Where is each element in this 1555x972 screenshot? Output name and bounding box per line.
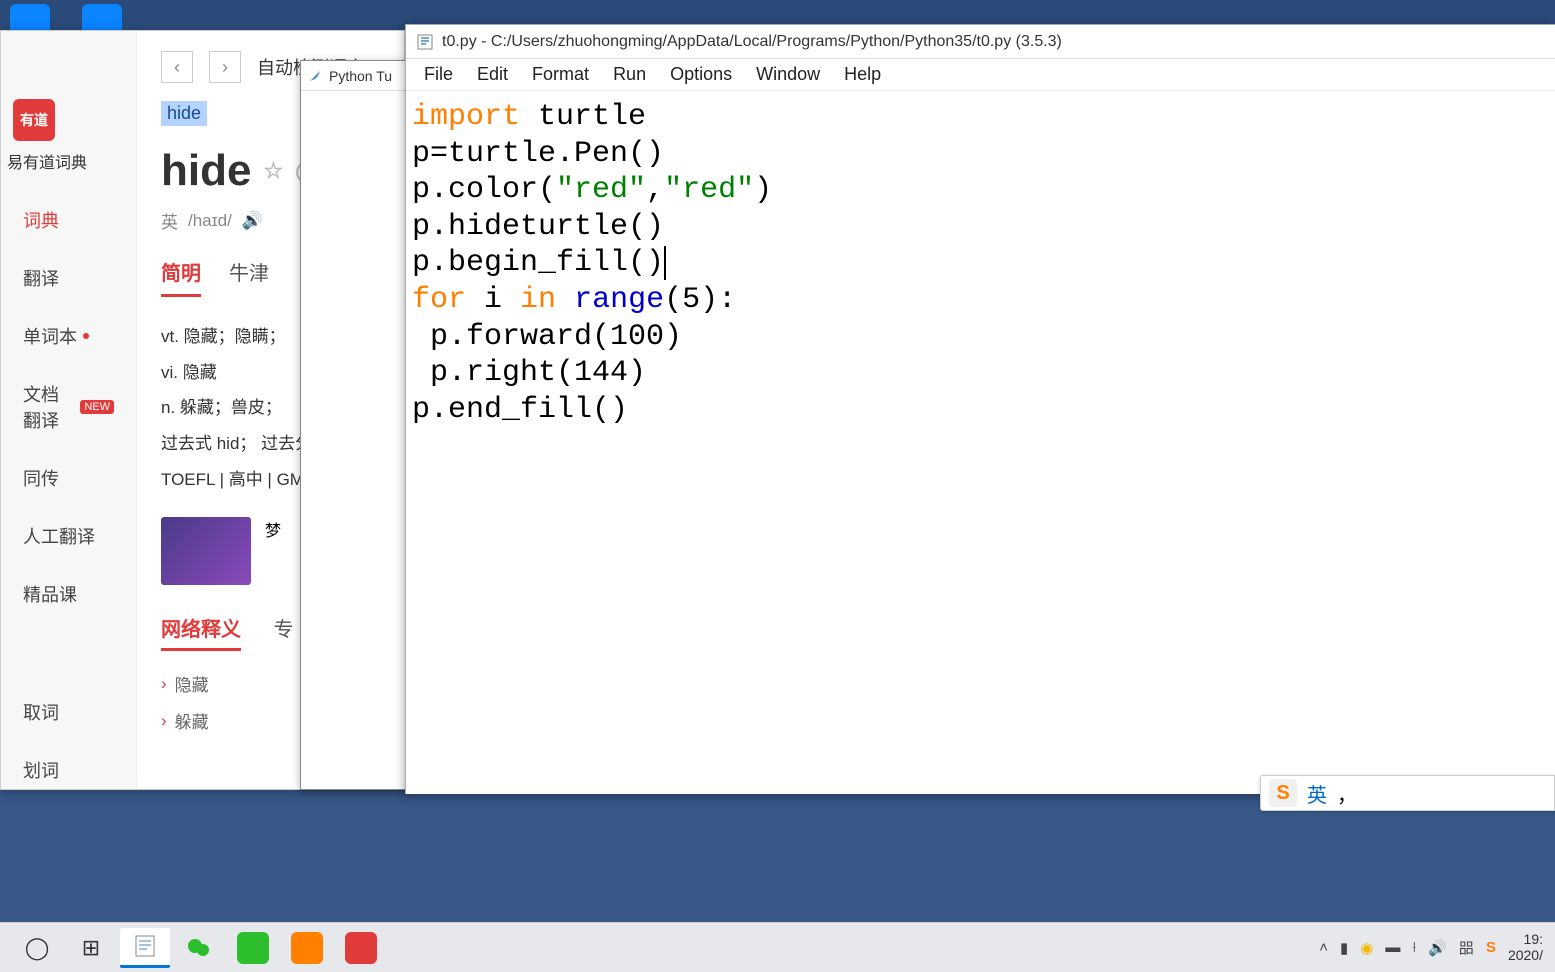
sidebar-item-human[interactable]: 人工翻译 bbox=[1, 507, 136, 565]
tray-expand-icon[interactable]: ˄ bbox=[1319, 939, 1328, 956]
turtle-titlebar[interactable]: Python Tu bbox=[301, 61, 409, 91]
code-keyword: import bbox=[412, 100, 520, 134]
speaker-icon[interactable]: 🔊 bbox=[242, 211, 263, 231]
favorite-star-icon[interactable]: ☆ bbox=[263, 158, 283, 184]
volume-icon[interactable]: 🔊 bbox=[1428, 939, 1447, 957]
dict-sidebar: 词典 翻译 单词本 文档翻译NEW 同传 人工翻译 精品课 取词 划词 bbox=[1, 31, 137, 789]
code-text: i bbox=[466, 283, 520, 317]
ime-lang-indicator[interactable]: 英 bbox=[1307, 779, 1327, 808]
sidebar-item-courses[interactable]: 精品课 bbox=[1, 565, 136, 623]
youdao-icon bbox=[345, 932, 377, 964]
turtle-window: Python Tu bbox=[300, 60, 410, 790]
code-text: , bbox=[646, 173, 664, 207]
taskbar-app-idle[interactable] bbox=[120, 928, 170, 968]
app-icon bbox=[291, 932, 323, 964]
code-text: p.end_fill() bbox=[412, 393, 628, 427]
chevron-right-icon: › bbox=[161, 674, 167, 694]
python-file-icon bbox=[416, 33, 434, 51]
taskbar-app-green[interactable] bbox=[228, 928, 278, 968]
sidebar-item-dictionary[interactable]: 词典 bbox=[1, 191, 136, 249]
headword-text: hide bbox=[161, 146, 251, 196]
text-cursor bbox=[664, 246, 666, 280]
code-text: ) bbox=[754, 173, 772, 207]
taskbar-app-youdao[interactable] bbox=[336, 928, 386, 968]
code-text: p.right(144) bbox=[412, 356, 646, 390]
nav-forward-button[interactable]: › bbox=[209, 51, 241, 83]
code-text: p.begin_fill() bbox=[412, 246, 664, 280]
menu-file[interactable]: File bbox=[414, 60, 463, 89]
chevron-right-icon: › bbox=[161, 711, 167, 731]
code-text: p.color( bbox=[412, 173, 556, 207]
idle-titlebar[interactable]: t0.py - C:/Users/zhuohongming/AppData/Lo… bbox=[406, 25, 1555, 59]
taskbar-app-orange[interactable] bbox=[282, 928, 332, 968]
app-icon bbox=[237, 932, 269, 964]
brand-label: 易有道词典 bbox=[7, 149, 87, 173]
system-tray: ˄ ▮ ◉ ▬ ⟊ 🔊 㗊 S 19: 2020/ bbox=[1319, 932, 1543, 963]
sidebar-item-doc-translate[interactable]: 文档翻译NEW bbox=[1, 365, 136, 449]
code-text: p.forward(100) bbox=[412, 320, 682, 354]
search-term-highlight[interactable]: hide bbox=[161, 101, 207, 126]
wechat-icon bbox=[185, 934, 213, 962]
start-button[interactable]: ◯ bbox=[12, 928, 62, 968]
sogou-icon[interactable]: S bbox=[1269, 779, 1297, 807]
python-icon bbox=[307, 68, 323, 84]
code-text: (5): bbox=[664, 283, 736, 317]
sidebar-item-pick[interactable]: 取词 bbox=[1, 683, 136, 741]
tray-icon[interactable]: ◉ bbox=[1360, 939, 1373, 957]
menu-help[interactable]: Help bbox=[834, 60, 891, 89]
menu-edit[interactable]: Edit bbox=[467, 60, 518, 89]
sogou-tray-icon[interactable]: S bbox=[1486, 939, 1496, 956]
wifi-icon[interactable]: ⟊ bbox=[1412, 939, 1416, 956]
taskbar-app-wechat[interactable] bbox=[174, 928, 224, 968]
tab-oxford[interactable]: 牛津 bbox=[229, 257, 269, 297]
document-icon bbox=[132, 933, 158, 959]
code-keyword: for bbox=[412, 283, 466, 317]
ime-toolbar[interactable]: S 英 ， bbox=[1260, 775, 1555, 811]
ime-icon[interactable]: 㗊 bbox=[1459, 937, 1474, 958]
idle-window: t0.py - C:/Users/zhuohongming/AppData/Lo… bbox=[405, 24, 1555, 794]
idle-menubar: File Edit Format Run Options Window Help bbox=[406, 59, 1555, 91]
date-text: 2020/ bbox=[1508, 948, 1543, 963]
net-alt-tab[interactable]: 专 bbox=[273, 619, 293, 641]
net-title[interactable]: 网络释义 bbox=[161, 613, 241, 651]
sidebar-item-wordbook[interactable]: 单词本 bbox=[1, 307, 136, 365]
code-builtin: range bbox=[574, 283, 664, 317]
tab-concise[interactable]: 简明 bbox=[161, 257, 201, 297]
code-text bbox=[556, 283, 574, 317]
ad-text: 梦 bbox=[265, 517, 281, 585]
menu-window[interactable]: Window bbox=[746, 60, 830, 89]
time-text: 19: bbox=[1508, 932, 1543, 947]
code-editor[interactable]: import turtle p=turtle.Pen() p.color("re… bbox=[406, 91, 1555, 436]
sidebar-item-translate[interactable]: 翻译 bbox=[1, 249, 136, 307]
code-string: "red" bbox=[664, 173, 754, 207]
task-view-button[interactable]: ⊞ bbox=[66, 928, 116, 968]
ime-punct[interactable]: ， bbox=[1337, 779, 1357, 808]
nav-back-button[interactable]: ‹ bbox=[161, 51, 193, 83]
code-keyword: in bbox=[520, 283, 556, 317]
code-text: p.hideturtle() bbox=[412, 210, 664, 244]
code-text: p=turtle.Pen() bbox=[412, 137, 664, 171]
new-badge: NEW bbox=[80, 400, 114, 414]
battery-icon[interactable]: ▬ bbox=[1385, 939, 1400, 956]
turtle-title-text: Python Tu bbox=[329, 68, 392, 84]
taskbar-left: ◯ ⊞ bbox=[12, 928, 386, 968]
ad-image bbox=[161, 517, 251, 585]
menu-format[interactable]: Format bbox=[522, 60, 599, 89]
code-string: "red" bbox=[556, 173, 646, 207]
clock[interactable]: 19: 2020/ bbox=[1508, 932, 1543, 963]
pron-lang: 英 bbox=[161, 208, 178, 233]
taskbar: ◯ ⊞ ˄ ▮ ◉ ▬ ⟊ 🔊 㗊 S 19: 2020/ bbox=[0, 922, 1555, 972]
menu-run[interactable]: Run bbox=[603, 60, 656, 89]
sidebar-item-simul[interactable]: 同传 bbox=[1, 449, 136, 507]
idle-title-text: t0.py - C:/Users/zhuohongming/AppData/Lo… bbox=[442, 33, 1062, 51]
code-text: turtle bbox=[520, 100, 646, 134]
youdao-logo-icon[interactable]: 有道 bbox=[13, 99, 55, 141]
sidebar-item-stroke[interactable]: 划词 bbox=[1, 741, 136, 799]
menu-options[interactable]: Options bbox=[660, 60, 742, 89]
pron-ipa: /haɪd/ bbox=[188, 211, 232, 231]
usb-icon[interactable]: ▮ bbox=[1340, 939, 1348, 957]
notification-dot-icon bbox=[83, 333, 89, 339]
